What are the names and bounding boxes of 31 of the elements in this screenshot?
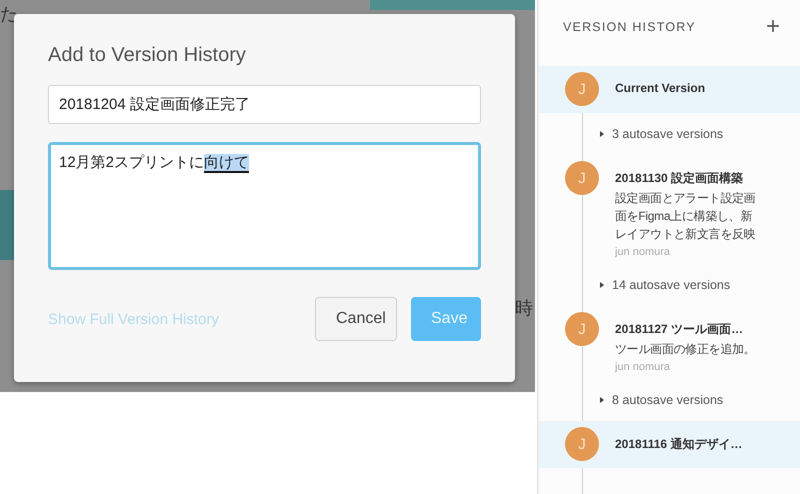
version-title: 20181116 通知デザイ… <box>615 436 742 453</box>
version-item[interactable]: J 20181130 設定画面構築 設定画面とアラート設定画面をFigma上に構築し、新レイアウトと新文言を反映 jun nomura <box>539 155 800 264</box>
version-item[interactable]: J 20181116 通知デザイ… <box>539 421 800 468</box>
avatar: J <box>565 312 599 346</box>
cancel-button[interactable]: Cancel <box>315 297 397 341</box>
autosave-toggle[interactable]: 8 autosave versions <box>612 393 724 407</box>
avatar: J <box>565 161 599 195</box>
expand-icon[interactable] <box>600 397 604 403</box>
add-button[interactable]: + <box>766 15 780 39</box>
autosave-toggle[interactable]: 14 autosave versions <box>612 278 730 292</box>
version-item[interactable]: J Current Version <box>539 66 800 113</box>
version-name-field[interactable]: 20181204 設定画面修正完了 <box>48 85 481 124</box>
autosave-toggle[interactable]: 3 autosave versions <box>612 127 724 141</box>
version-title: Current Version <box>615 81 706 95</box>
panel-title: VERSION HISTORY <box>563 20 696 34</box>
background-panel <box>0 190 14 260</box>
version-description: 設定画面とアラート設定画面をFigma上に構築し、新レイアウトと新文言を反映 <box>615 190 756 243</box>
version-title: 20181130 設定画面構築 <box>615 170 744 187</box>
background-text: 時 <box>515 297 533 320</box>
version-author: jun nomura <box>615 361 672 373</box>
avatar: J <box>565 72 599 106</box>
version-item[interactable]: J 20181127 ツール画面… ツール画面の修正を追加。 jun nomura <box>539 306 800 379</box>
version-author: jun nomura <box>615 246 672 258</box>
background-text: た <box>0 3 18 26</box>
version-description: ツール画面の修正を追加。 <box>615 341 756 358</box>
expand-icon[interactable] <box>600 282 604 288</box>
avatar: J <box>565 427 599 461</box>
description-field[interactable]: 12月第2スプリントに向けて <box>48 142 481 270</box>
dialog-title: Add to Version History <box>48 44 247 67</box>
expand-icon[interactable] <box>600 131 604 137</box>
version-title: 20181127 ツール画面… <box>615 321 744 338</box>
